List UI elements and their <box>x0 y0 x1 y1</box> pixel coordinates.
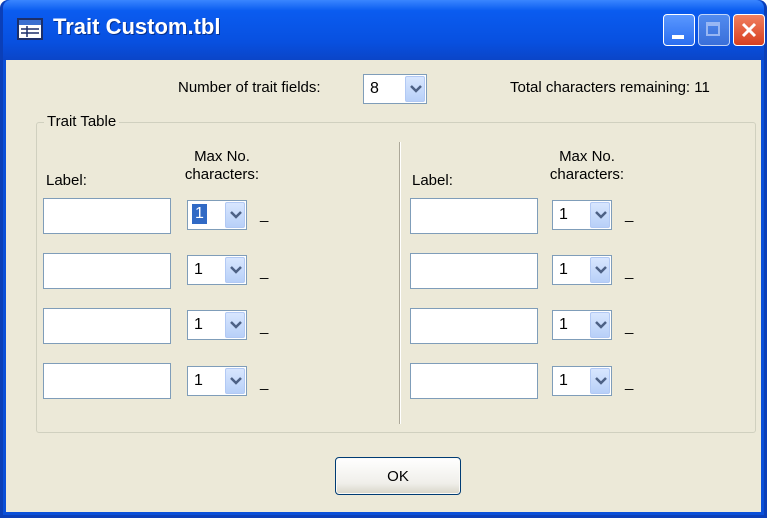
window-title: Trait Custom.tbl <box>53 14 221 39</box>
field-preview-4: _ <box>260 374 269 391</box>
num-fields-select[interactable]: 8 <box>363 74 427 104</box>
max-characters-value: 1 <box>559 372 568 389</box>
max-characters-value: 1 <box>559 316 568 333</box>
max-characters-select-5[interactable]: 1 <box>552 200 612 230</box>
trait-label-input-2[interactable] <box>43 253 171 289</box>
field-preview-3: _ <box>260 318 269 335</box>
max-characters-select-3[interactable]: 1 <box>187 310 247 340</box>
max-header-line1: Max No. <box>559 148 615 165</box>
field-preview-7: _ <box>625 318 634 335</box>
remaining-characters-label: Total characters remaining: 11 <box>510 79 710 96</box>
table-window-icon <box>17 18 43 40</box>
max-characters-select-1[interactable]: 1 <box>187 200 247 230</box>
chevron-down-icon[interactable] <box>590 257 610 283</box>
max-characters-value: 1 <box>559 206 568 223</box>
field-preview-5: _ <box>625 206 634 223</box>
chevron-down-icon[interactable] <box>225 312 245 338</box>
max-characters-select-7[interactable]: 1 <box>552 310 612 340</box>
trait-label-input-7[interactable] <box>410 308 538 344</box>
field-preview-1: _ <box>260 206 269 223</box>
title-bar[interactable]: Trait Custom.tbl <box>3 0 765 60</box>
max-characters-value: 1 <box>194 261 203 278</box>
trait-label-input-4[interactable] <box>43 363 171 399</box>
chevron-down-icon[interactable] <box>590 368 610 394</box>
chevron-down-icon[interactable] <box>405 76 425 102</box>
max-characters-select-4[interactable]: 1 <box>187 366 247 396</box>
label-header-right: Label: <box>412 172 453 189</box>
close-button[interactable] <box>733 14 765 46</box>
max-characters-value: 1 <box>559 261 568 278</box>
chevron-down-icon[interactable] <box>225 368 245 394</box>
column-divider <box>399 142 401 424</box>
max-header-line2: characters: <box>549 166 625 183</box>
chevron-down-icon[interactable] <box>225 257 245 283</box>
max-characters-select-6[interactable]: 1 <box>552 255 612 285</box>
max-header-line2: characters: <box>184 166 260 183</box>
dialog-window: Trait Custom.tbl Number of trait fields:… <box>0 0 767 518</box>
field-preview-8: _ <box>625 374 634 391</box>
dialog-client-area: Number of trait fields: 8 Total characte… <box>6 60 761 512</box>
field-preview-2: _ <box>260 263 269 280</box>
max-characters-value: 1 <box>194 372 203 389</box>
chevron-down-icon[interactable] <box>590 312 610 338</box>
trait-table-legend: Trait Table <box>44 113 120 130</box>
chevron-down-icon[interactable] <box>225 202 245 228</box>
trait-label-input-5[interactable] <box>410 198 538 234</box>
max-characters-value: 1 <box>192 204 207 224</box>
max-header-line1: Max No. <box>194 148 250 165</box>
num-fields-label: Number of trait fields: <box>178 79 321 96</box>
trait-label-input-8[interactable] <box>410 363 538 399</box>
max-characters-select-2[interactable]: 1 <box>187 255 247 285</box>
trait-label-input-6[interactable] <box>410 253 538 289</box>
max-characters-header-left: Max No. characters: <box>174 148 270 184</box>
close-icon <box>741 22 757 38</box>
trait-label-input-1[interactable] <box>43 198 171 234</box>
max-characters-select-8[interactable]: 1 <box>552 366 612 396</box>
field-preview-6: _ <box>625 263 634 280</box>
max-characters-value: 1 <box>194 316 203 333</box>
maximize-button[interactable] <box>698 14 730 46</box>
ok-button[interactable]: OK <box>335 457 461 495</box>
chevron-down-icon[interactable] <box>590 202 610 228</box>
num-fields-value: 8 <box>370 80 379 97</box>
label-header-left: Label: <box>46 172 87 189</box>
max-characters-header-right: Max No. characters: <box>539 148 635 184</box>
trait-label-input-3[interactable] <box>43 308 171 344</box>
minimize-button[interactable] <box>663 14 695 46</box>
